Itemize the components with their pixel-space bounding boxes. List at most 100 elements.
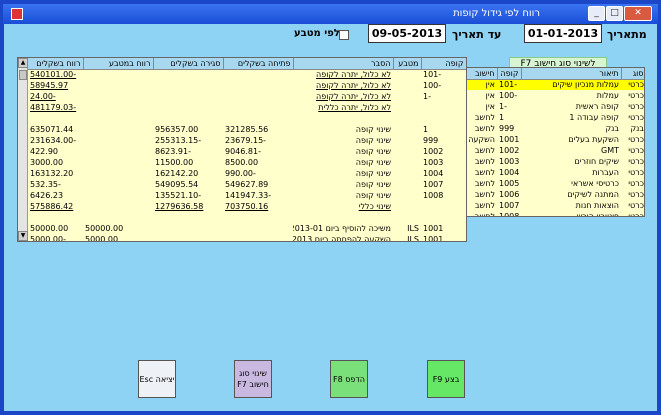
- table-row[interactable]: [28, 113, 466, 124]
- column-header[interactable]: סגירה בשקלים: [153, 58, 224, 70]
- print-button[interactable]: הדפס F8: [330, 360, 368, 398]
- box-code-cell: 1-: [499, 102, 507, 111]
- table-row[interactable]: לחשב 1002 GMT כרטי: [467, 145, 644, 156]
- calc-type-cell[interactable]: אין: [467, 79, 497, 90]
- table-row[interactable]: לחשב 999 בנק בנק: [467, 123, 644, 134]
- currency-cell: [393, 212, 421, 223]
- calc-type-cell[interactable]: השקעה: [467, 134, 497, 145]
- currency-cell: ILS: [407, 224, 419, 233]
- table-row[interactable]: לחשב 1003 שיקים חוזרים כרטי: [467, 156, 644, 167]
- by-currency-checkbox[interactable]: [339, 30, 349, 40]
- box-code-cell: 100-: [499, 91, 518, 100]
- table-row[interactable]: 50000.00 50000.00 משיכה להוסיף ביום 2013-0…: [28, 223, 466, 234]
- calc-type-cell[interactable]: לחשב: [467, 200, 497, 211]
- currency-cell: [393, 135, 421, 146]
- table-row[interactable]: 163132.20 162142.20 990.00- שינוי קופה 1004: [28, 168, 466, 179]
- open-ils-cell: 23679.15-: [225, 136, 267, 145]
- column-header[interactable]: פתיחה בשקלים: [223, 58, 294, 70]
- profit-currency-cell: [83, 212, 153, 223]
- table-row[interactable]: 422.90 8623.91- 9046.81- שינוי קופה 1002: [28, 146, 466, 157]
- open-ils-cell: [223, 102, 293, 113]
- table-row[interactable]: 635071.44 956357.00 321285.56 שינוי קופה 1: [28, 124, 466, 135]
- column-header[interactable]: קופה: [497, 68, 522, 80]
- column-header[interactable]: רווח בשקלים: [28, 58, 84, 70]
- explanation-cell: שינוי קופה: [355, 136, 391, 145]
- table-row[interactable]: לחשב 1008 פיטורין הירש כרטי: [467, 211, 644, 217]
- grid-scrollbar[interactable]: ▲ ▼: [18, 58, 28, 241]
- close-ils-cell: [153, 234, 223, 241]
- column-header[interactable]: רווח במטבע: [83, 58, 154, 70]
- change-calc-button[interactable]: שינוי סוג חישוב F7: [234, 360, 272, 398]
- table-row[interactable]: 481179.03- לא כלול, יתרה כללית: [28, 102, 466, 113]
- profit-currency-cell: 50000.00: [85, 224, 124, 233]
- box-desc-cell: בנק: [605, 124, 619, 133]
- table-row[interactable]: 3000.00 11500.00 8500.00 שינוי קופה 1003: [28, 157, 466, 168]
- table-row[interactable]: 540101.00- לא כלול, יתרה לקופה 101-: [28, 69, 466, 80]
- profit-currency-cell: 5000.00: [85, 235, 119, 242]
- close-ils-cell: [153, 212, 223, 223]
- profit-ils-cell: 422.90: [30, 147, 58, 156]
- scroll-up-arrow-icon[interactable]: ▲: [18, 58, 28, 68]
- box-type-cell: כרטי: [628, 146, 644, 155]
- to-date-input[interactable]: 09-05-2013: [368, 24, 446, 43]
- box-cell: [421, 201, 466, 212]
- calc-type-cell[interactable]: לחשב: [467, 167, 497, 178]
- table-row[interactable]: אין 1- קופה ראשית כרטי: [467, 101, 644, 112]
- explanation-cell: שינוי קופה: [355, 180, 391, 189]
- calc-type-cell[interactable]: לחשב: [467, 123, 497, 134]
- run-button[interactable]: בצע F9: [427, 360, 465, 398]
- table-row[interactable]: 5000.00- 5000.00 השקעה להפחתה ביום 2013 ILS…: [28, 234, 466, 242]
- calc-type-cell[interactable]: לחשב: [467, 211, 497, 216]
- profit-grid[interactable]: ▲ ▼ רווח בשקלים רווח במטבע סגירה בשקלים פתי…: [17, 57, 467, 242]
- currency-cell: [393, 190, 421, 201]
- calc-type-cell[interactable]: אין: [467, 90, 497, 101]
- table-row[interactable]: 58945.97 לא כלול, יתרה לקופה 100-: [28, 80, 466, 91]
- box-type-cell: כרטי: [628, 113, 644, 122]
- open-ils-cell: [223, 234, 293, 241]
- box-cell: 100-: [423, 81, 442, 90]
- calc-type-cell[interactable]: לחשב: [467, 156, 497, 167]
- table-row[interactable]: אין 100- עמלות כרטי: [467, 90, 644, 101]
- scroll-down-arrow-icon[interactable]: ▼: [18, 231, 28, 241]
- calc-type-cell[interactable]: אין: [467, 101, 497, 112]
- exit-button[interactable]: יציאה Esc: [138, 360, 176, 398]
- column-header[interactable]: מטבע: [393, 58, 422, 70]
- box-cell: 1001: [423, 224, 444, 233]
- calc-type-cell[interactable]: לחשב: [467, 178, 497, 189]
- column-header[interactable]: סוג: [621, 68, 644, 80]
- from-date-input[interactable]: 01-01-2013: [524, 24, 602, 43]
- close-button[interactable]: ✕: [624, 6, 652, 21]
- calc-type-cell[interactable]: לחשב: [467, 145, 497, 156]
- explanation-cell: שינוי קופה: [355, 147, 391, 156]
- calc-type-cell[interactable]: לחשב: [467, 189, 497, 200]
- table-row[interactable]: השקעה 1001 השקעת בעלים כרטי: [467, 134, 644, 145]
- table-row[interactable]: לחשב 1006 המתנה לשיקים כרטי: [467, 189, 644, 200]
- table-row[interactable]: לחשב 1004 העברות כרטי: [467, 167, 644, 178]
- maximize-button[interactable]: □: [606, 6, 623, 21]
- table-row[interactable]: לחשב 1005 כרטיסי אשראי כרטי: [467, 178, 644, 189]
- table-row[interactable]: 24.00- לא כלול, יתרה לקופה 1-: [28, 91, 466, 102]
- column-header[interactable]: קופה: [421, 58, 466, 70]
- table-row[interactable]: 575886.42 1279636.58 703750.16 שינוי כללי: [28, 201, 466, 212]
- open-ils-cell: [223, 223, 293, 234]
- calc-type-cell[interactable]: לחשב: [467, 112, 497, 123]
- column-header[interactable]: חישוב: [467, 68, 498, 80]
- table-row[interactable]: 532.35- 549095.54 549627.89 שינוי קופה 1007: [28, 179, 466, 190]
- open-ils-cell: 8500.00: [225, 158, 259, 167]
- box-cell: [421, 212, 466, 223]
- table-row[interactable]: [28, 212, 466, 223]
- currency-cell: [393, 91, 421, 102]
- minimize-button[interactable]: _: [588, 6, 605, 21]
- column-header[interactable]: תיאור: [521, 68, 622, 80]
- box-calc-grid[interactable]: חישוב קופה תיאור סוג אין 101- עמלות מנכיון שי…: [466, 67, 645, 217]
- table-row[interactable]: 6426.23 135521.10- 141947.33- שינוי קופה 100…: [28, 190, 466, 201]
- table-row[interactable]: 231634.00- 255313.15- 23679.15- שינוי קופה 9…: [28, 135, 466, 146]
- column-header[interactable]: הסבר: [293, 58, 394, 70]
- box-desc-cell: העברות: [592, 168, 619, 177]
- box-code-cell: 1006: [499, 190, 520, 199]
- box-desc-cell: פיטורין הירש: [576, 212, 619, 217]
- table-row[interactable]: לחשב 1007 הוצאות חנות כרטי: [467, 200, 644, 211]
- scroll-thumb[interactable]: [19, 70, 27, 80]
- table-row[interactable]: לחשב 1 קופה עבודה 1 כרטי: [467, 112, 644, 123]
- table-row[interactable]: אין 101- עמלות מנכיון שיקים כרטי: [467, 79, 644, 90]
